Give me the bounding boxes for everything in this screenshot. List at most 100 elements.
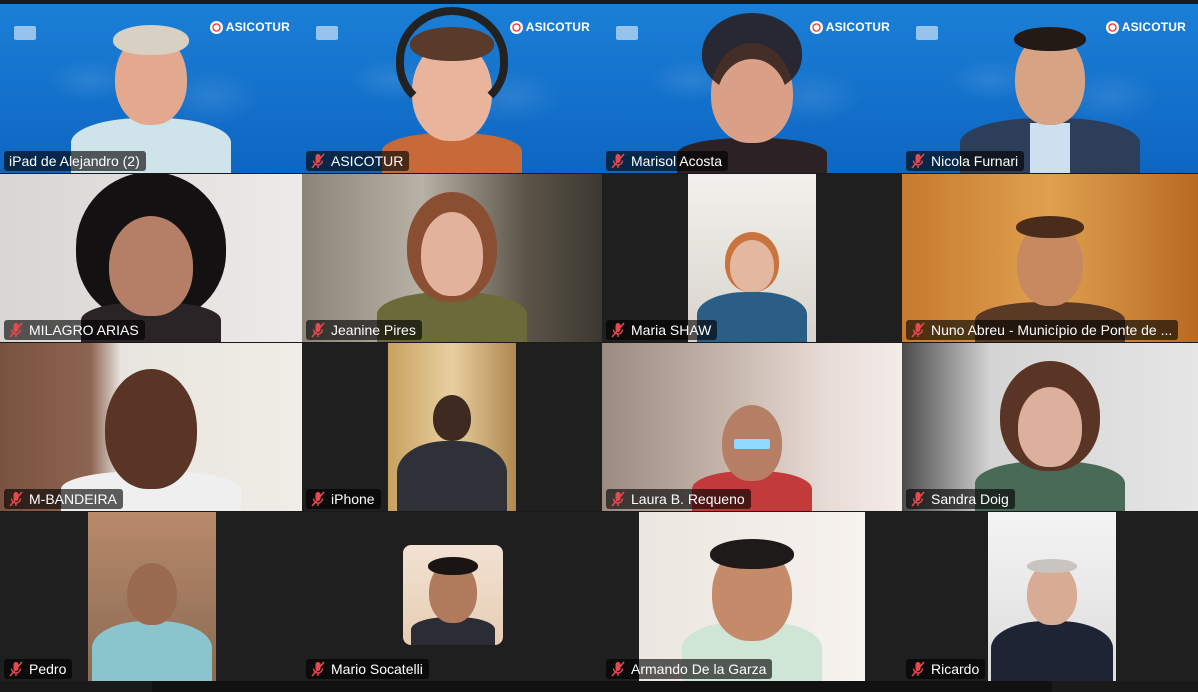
participant-avatar bbox=[403, 545, 503, 645]
mic-off-icon bbox=[9, 322, 23, 338]
participant-video bbox=[0, 174, 302, 342]
participant-name: iPad de Alejandro (2) bbox=[9, 153, 140, 169]
name-tag: MILAGRO ARIAS bbox=[4, 320, 145, 340]
participant-tile[interactable]: ASICOTUR iPad de Alejandro (2) bbox=[0, 4, 302, 173]
name-tag: Mario Socatelli bbox=[306, 659, 429, 679]
participant-hair bbox=[710, 539, 794, 569]
participant-head bbox=[127, 563, 177, 625]
participant-name: Mario Socatelli bbox=[331, 661, 423, 677]
participant-tile[interactable]: Maria SHAW bbox=[602, 174, 902, 342]
mic-off-icon bbox=[311, 153, 325, 169]
name-tag: ASICOTUR bbox=[306, 151, 410, 171]
participant-video bbox=[88, 512, 216, 681]
participant-name: Pedro bbox=[29, 661, 67, 677]
mic-off-icon bbox=[911, 153, 925, 169]
participant-tile[interactable]: ASICOTUR Nicola Furnari bbox=[902, 4, 1198, 173]
mic-off-icon bbox=[911, 491, 925, 507]
participant-name: M-BANDEIRA bbox=[29, 491, 117, 507]
mic-off-icon bbox=[9, 661, 23, 677]
participant-tile[interactable]: Mario Socatelli bbox=[302, 512, 638, 681]
name-tag: Armando De la Garza bbox=[606, 659, 773, 679]
participant-hair bbox=[428, 557, 478, 575]
participant-video: ASICOTUR bbox=[602, 4, 902, 173]
participant-head bbox=[421, 212, 483, 296]
participant-name: Sandra Doig bbox=[931, 491, 1009, 507]
participant-head bbox=[1018, 387, 1082, 467]
participant-tile[interactable]: Pedro bbox=[0, 512, 302, 681]
asicotur-logo: ASICOTUR bbox=[809, 20, 890, 34]
participant-tile[interactable]: Laura B. Requeno bbox=[602, 343, 902, 511]
participant-tile[interactable]: ASICOTUR Marisol Acosta bbox=[602, 4, 902, 173]
participant-name: iPhone bbox=[331, 491, 375, 507]
oei-logo bbox=[916, 26, 938, 40]
name-tag: Sandra Doig bbox=[906, 489, 1015, 509]
participant-body bbox=[397, 441, 507, 511]
participant-tile[interactable]: M-BANDEIRA bbox=[0, 343, 302, 511]
participant-hair bbox=[1014, 27, 1086, 51]
participant-name: Marisol Acosta bbox=[631, 153, 723, 169]
participant-head bbox=[109, 216, 193, 316]
participant-hair bbox=[1027, 559, 1077, 573]
participant-name: ASICOTUR bbox=[331, 153, 404, 169]
bottom-strip bbox=[152, 681, 1052, 692]
participant-face bbox=[717, 59, 787, 139]
participant-video: ASICOTUR bbox=[0, 4, 302, 173]
mic-off-icon bbox=[911, 661, 925, 677]
name-tag: Ricardo bbox=[906, 659, 986, 679]
participant-head bbox=[105, 369, 197, 489]
participant-video: ASICOTUR bbox=[902, 4, 1198, 173]
participant-name: Nuno Abreu - Município de Ponte de ... bbox=[931, 322, 1173, 338]
participant-hair bbox=[113, 25, 189, 55]
participant-tile[interactable]: Armando De la Garza bbox=[602, 512, 902, 681]
participant-hair bbox=[1016, 216, 1084, 238]
mic-off-icon bbox=[611, 491, 625, 507]
participant-video bbox=[688, 174, 816, 342]
mic-off-icon bbox=[9, 491, 23, 507]
participant-shirt bbox=[1030, 123, 1070, 173]
name-tag: Marisol Acosta bbox=[606, 151, 729, 171]
participant-head bbox=[730, 240, 774, 292]
participant-video bbox=[639, 512, 865, 681]
participant-body bbox=[92, 621, 212, 681]
participant-video bbox=[602, 343, 902, 511]
mic-off-icon bbox=[611, 661, 625, 677]
participant-tile[interactable]: Jeanine Pires bbox=[302, 174, 602, 342]
mic-off-icon bbox=[311, 661, 325, 677]
participant-video: ASICOTUR bbox=[302, 4, 602, 173]
mic-off-icon bbox=[311, 491, 325, 507]
participant-video bbox=[388, 343, 516, 511]
participant-name: Ricardo bbox=[931, 661, 980, 677]
participant-video bbox=[902, 174, 1198, 342]
participant-head bbox=[433, 395, 471, 441]
participant-name: Laura B. Requeno bbox=[631, 491, 745, 507]
name-tag: iPhone bbox=[306, 489, 381, 509]
video-grid: ASICOTUR iPad de Alejandro (2) ASICOTUR … bbox=[0, 0, 1198, 692]
name-tag: iPad de Alejandro (2) bbox=[4, 151, 146, 171]
participant-tile[interactable]: Ricardo bbox=[902, 512, 1198, 681]
participant-name: MILAGRO ARIAS bbox=[29, 322, 139, 338]
mic-off-icon bbox=[311, 322, 325, 338]
asicotur-logo: ASICOTUR bbox=[509, 20, 590, 34]
participant-tile[interactable]: Nuno Abreu - Município de Ponte de ... bbox=[902, 174, 1198, 342]
asicotur-logo: ASICOTUR bbox=[209, 20, 290, 34]
name-tag: Nuno Abreu - Município de Ponte de ... bbox=[906, 320, 1179, 340]
name-tag: Nicola Furnari bbox=[906, 151, 1025, 171]
oei-logo bbox=[616, 26, 638, 40]
participant-tile[interactable]: Sandra Doig bbox=[902, 343, 1198, 511]
name-tag: Jeanine Pires bbox=[306, 320, 422, 340]
mic-off-icon bbox=[611, 322, 625, 338]
participant-video bbox=[0, 343, 302, 511]
mic-off-icon bbox=[911, 322, 925, 338]
participant-tile[interactable]: ASICOTUR ASICOTUR bbox=[302, 4, 602, 173]
participant-name: Maria SHAW bbox=[631, 322, 712, 338]
participant-name: Jeanine Pires bbox=[331, 322, 416, 338]
participant-hair bbox=[410, 27, 494, 61]
oei-logo bbox=[14, 26, 36, 40]
participant-video bbox=[302, 174, 602, 342]
participant-tile[interactable]: MILAGRO ARIAS bbox=[0, 174, 302, 342]
participant-video bbox=[988, 512, 1116, 681]
participant-tile[interactable]: iPhone bbox=[302, 343, 602, 511]
participant-body bbox=[991, 621, 1113, 681]
glasses-icon bbox=[734, 439, 770, 449]
name-tag: Maria SHAW bbox=[606, 320, 718, 340]
